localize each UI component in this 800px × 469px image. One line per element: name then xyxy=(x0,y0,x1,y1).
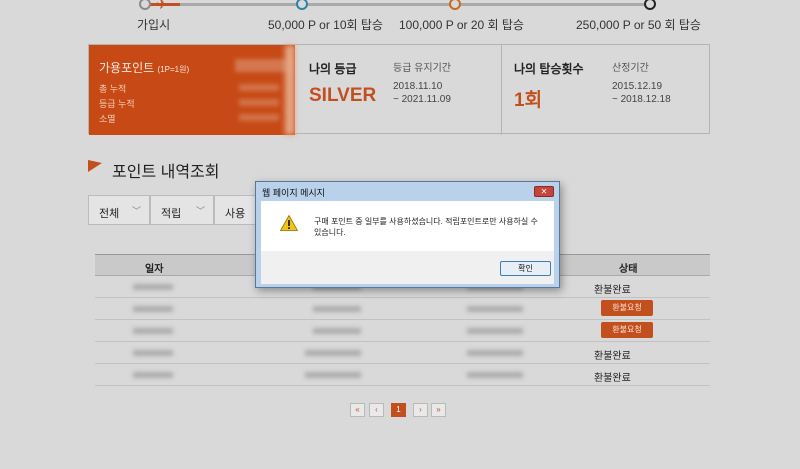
chevron-down-icon: ﹀ xyxy=(195,206,205,216)
status-text: 환불완료 xyxy=(594,285,631,296)
flag-icon xyxy=(88,160,102,172)
grade-period-label: 등급 유지기간 xyxy=(393,63,451,74)
boarding-count-label: 나의 탑승횟수 xyxy=(514,62,584,76)
filter-all[interactable]: 전체 ﹀ xyxy=(88,195,150,225)
amount-blurred xyxy=(313,306,361,312)
refund-request-button[interactable]: 환불요청 xyxy=(601,300,653,316)
status-text: 환불완료 xyxy=(594,373,631,384)
column-header-status: 상태 xyxy=(619,264,638,275)
price-blurred xyxy=(467,350,523,356)
message-dialog: 웹 페이지 메시지 ✕ 구매 포인트 중 일부를 사용하셨습니다. 적립포인트로… xyxy=(255,181,560,288)
date-blurred xyxy=(133,306,173,312)
amount-blurred xyxy=(305,372,361,378)
boarding-period-start: 2015.12.19 xyxy=(612,81,663,92)
pagination-page-1[interactable]: 1 xyxy=(391,403,406,417)
dialog-ok-button[interactable]: 확인 xyxy=(500,261,551,276)
price-blurred xyxy=(467,328,523,334)
table-row: 환불완료 xyxy=(95,364,710,386)
pagination-last-button[interactable]: » xyxy=(431,403,446,417)
tier-node-join xyxy=(139,0,151,10)
filter-earn[interactable]: 적립 ﹀ xyxy=(150,195,214,225)
pagination-first-button[interactable]: « xyxy=(350,403,365,417)
filter-use-label: 사용 xyxy=(225,208,246,220)
blurred-edge xyxy=(285,45,295,135)
dialog-message: 구매 포인트 중 일부를 사용하셨습니다. 적립포인트로만 사용하실 수 있습니… xyxy=(314,217,538,237)
tier-node-250000 xyxy=(644,0,656,10)
airplane-icon: ✈ xyxy=(156,0,168,12)
tier-label-100000: 100,000 P or 20 회 탑승 xyxy=(399,18,524,32)
price-blurred xyxy=(467,372,523,378)
tier-node-50000 xyxy=(296,0,308,10)
date-blurred xyxy=(133,372,173,378)
date-blurred xyxy=(133,350,173,356)
available-points-title: 가용포인트 (1P=1원) xyxy=(99,59,189,76)
section-divider xyxy=(501,45,502,135)
grade-period-end: ~ 2021.11.09 xyxy=(393,94,451,105)
filter-all-label: 전체 xyxy=(99,208,120,220)
pagination-next-button[interactable]: › xyxy=(413,403,428,417)
points-rate-note: (1P=1원) xyxy=(157,65,190,74)
table-row: 환불요청 xyxy=(95,298,710,320)
price-blurred xyxy=(467,306,523,312)
available-points-value-blurred xyxy=(235,59,291,72)
table-row: 환불요청 xyxy=(95,320,710,342)
grade-accumulated-label: 등급 누적 xyxy=(99,99,135,109)
tier-label-50000: 50,000 P or 10회 탑승 xyxy=(268,18,383,32)
filter-use[interactable]: 사용 xyxy=(214,195,258,225)
table-row: 환불완료 xyxy=(95,342,710,364)
grade-label: 나의 등급 xyxy=(309,62,357,76)
section-title: 포인트 내역조회 xyxy=(112,164,220,181)
tier-track xyxy=(150,3,650,6)
status-text: 환불완료 xyxy=(594,351,631,362)
available-points-box: 가용포인트 (1P=1원) 총 누적 등급 누적 소멸 xyxy=(89,45,295,135)
amount-blurred xyxy=(305,350,361,356)
page: ✈ 가입시 50,000 P or 10회 탑승 100,000 P or 20… xyxy=(0,0,800,469)
filter-earn-label: 적립 xyxy=(161,208,182,220)
grade-accumulated-value-blurred xyxy=(239,99,279,106)
boarding-period-end: ~ 2018.12.18 xyxy=(612,94,671,105)
dialog-close-button[interactable]: ✕ xyxy=(534,186,554,197)
column-header-date: 일자 xyxy=(145,264,164,275)
amount-blurred xyxy=(313,328,361,334)
dialog-body: 구매 포인트 중 일부를 사용하셨습니다. 적립포인트로만 사용하실 수 있습니… xyxy=(261,201,554,284)
tier-label-join: 가입시 xyxy=(137,18,171,32)
expired-value-blurred xyxy=(239,114,279,121)
boarding-count-value: 1회 xyxy=(514,90,543,111)
refund-request-button[interactable]: 환불요청 xyxy=(601,322,653,338)
date-blurred xyxy=(133,328,173,334)
grade-value: SILVER xyxy=(309,85,377,106)
membership-panel: 가용포인트 (1P=1원) 총 누적 등급 누적 소멸 나의 등급 SILVER… xyxy=(88,44,710,135)
boarding-period-label: 산정기간 xyxy=(612,63,649,74)
available-points-label: 가용포인트 xyxy=(99,61,155,75)
total-accumulated-label: 총 누적 xyxy=(99,84,127,94)
dialog-title: 웹 페이지 메시지 xyxy=(262,188,325,198)
date-blurred xyxy=(133,284,173,290)
tier-label-250000: 250,000 P or 50 회 탑승 xyxy=(576,18,701,32)
total-accumulated-value-blurred xyxy=(239,84,279,91)
pagination-prev-button[interactable]: ‹ xyxy=(369,403,384,417)
chevron-down-icon: ﹀ xyxy=(131,206,141,216)
dialog-message-area: 구매 포인트 중 일부를 사용하셨습니다. 적립포인트로만 사용하실 수 있습니… xyxy=(261,201,554,251)
warning-icon xyxy=(280,215,298,231)
grade-period-start: 2018.11.10 xyxy=(393,81,443,92)
tier-node-100000 xyxy=(449,0,461,10)
expired-label: 소멸 xyxy=(99,114,116,124)
